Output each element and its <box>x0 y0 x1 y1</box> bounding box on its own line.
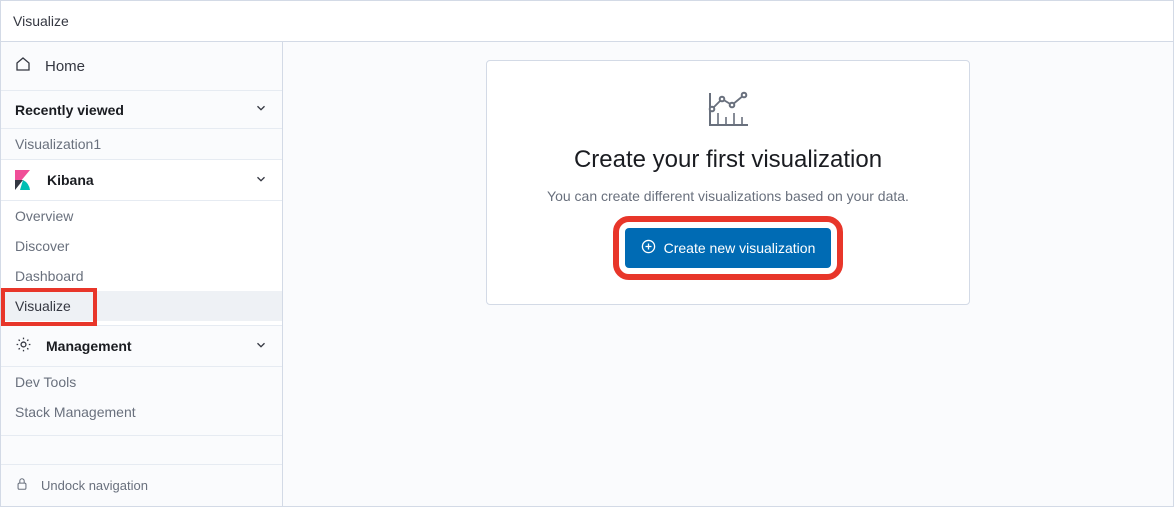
recently-viewed-title: Recently viewed <box>15 102 124 118</box>
kibana-item-overview[interactable]: Overview <box>1 201 282 231</box>
recently-viewed-section: Recently viewed Visualization1 <box>1 91 282 160</box>
management-title: Management <box>46 338 132 354</box>
undock-label: Undock navigation <box>41 478 148 493</box>
create-visualization-button[interactable]: Create new visualization <box>625 228 832 268</box>
nav-home[interactable]: Home <box>1 42 282 91</box>
management-section: Management Dev Tools Stack Management <box>1 326 282 436</box>
kibana-section: Kibana Overview Discover Dashboard Visua… <box>1 160 282 326</box>
card-title: Create your first visualization <box>574 146 882 174</box>
home-label: Home <box>45 58 85 75</box>
empty-state-card: Create your first visualization You can … <box>486 60 970 305</box>
recently-viewed-header[interactable]: Recently viewed <box>1 91 282 129</box>
kibana-header[interactable]: Kibana <box>1 160 282 201</box>
home-icon <box>15 56 31 76</box>
management-header[interactable]: Management <box>1 326 282 367</box>
kibana-logo-icon <box>15 170 33 190</box>
kibana-title: Kibana <box>47 172 94 188</box>
chevron-down-icon <box>254 172 268 189</box>
kibana-item-dashboard[interactable]: Dashboard <box>1 261 282 291</box>
chevron-down-icon <box>254 338 268 355</box>
kibana-item-visualize[interactable]: Visualize <box>1 291 282 321</box>
main-content: Create your first visualization You can … <box>283 42 1173 506</box>
recently-viewed-item[interactable]: Visualization1 <box>1 129 282 159</box>
sidebar: Home Recently viewed Visualization1 <box>1 42 283 506</box>
breadcrumb-bar: Visualize <box>1 1 1173 42</box>
create-button-label: Create new visualization <box>664 240 816 256</box>
kibana-item-discover[interactable]: Discover <box>1 231 282 261</box>
undock-navigation[interactable]: Undock navigation <box>1 464 282 506</box>
lock-icon <box>15 477 29 494</box>
chevron-down-icon <box>254 101 268 118</box>
plus-circle-icon <box>641 239 656 257</box>
breadcrumb: Visualize <box>13 13 69 29</box>
layout: Home Recently viewed Visualization1 <box>1 42 1173 506</box>
gear-icon <box>15 336 32 356</box>
card-description: You can create different visualizations … <box>547 188 909 204</box>
management-item-stack[interactable]: Stack Management <box>1 397 282 427</box>
management-item-devtools[interactable]: Dev Tools <box>1 367 282 397</box>
chart-line-icon <box>704 89 752 134</box>
